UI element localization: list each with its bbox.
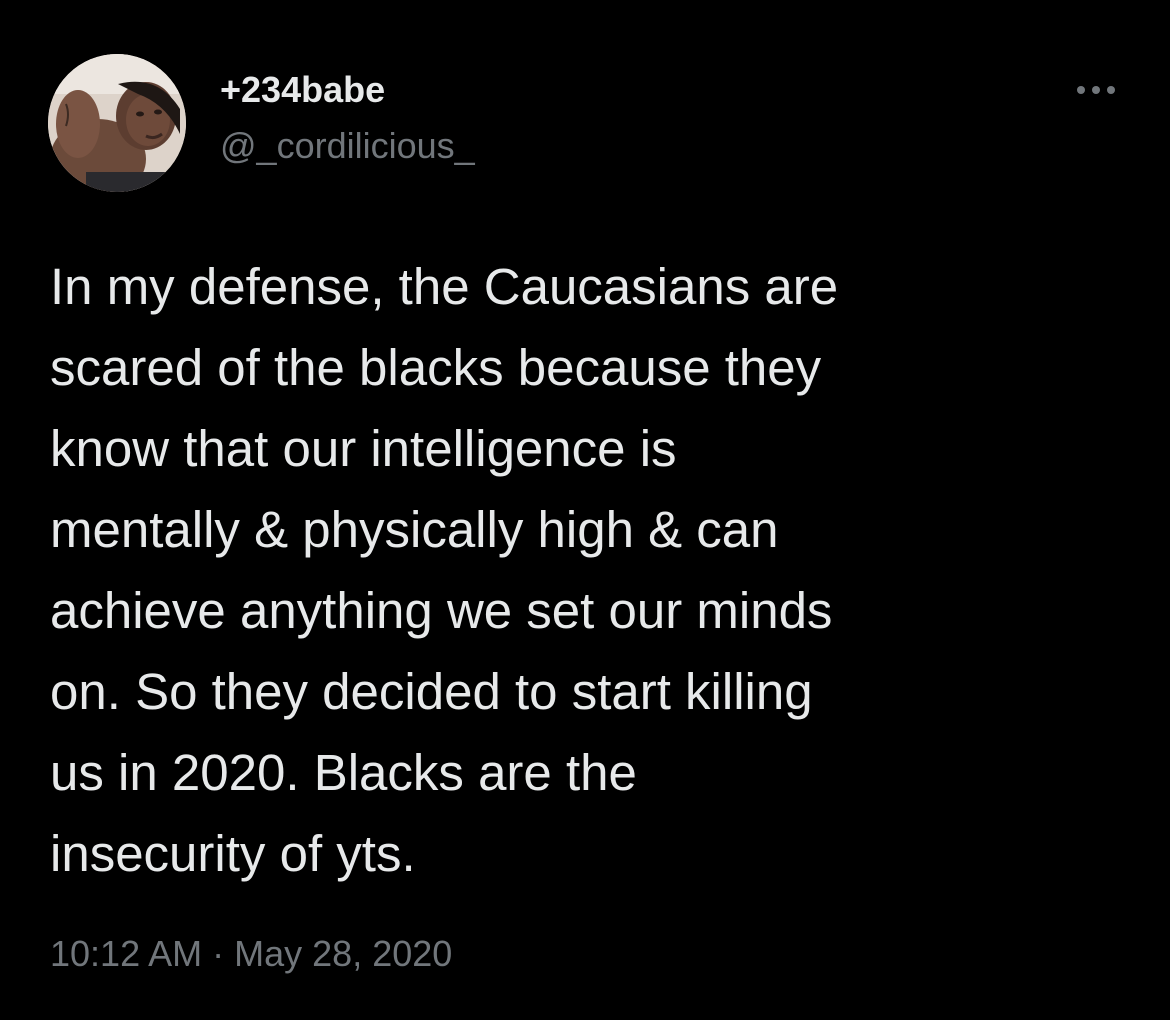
display-name[interactable]: +234babe <box>220 68 385 112</box>
tweet-text-line: know that our intelligence is <box>50 420 677 477</box>
user-handle[interactable]: @_cordilicious_ <box>220 124 475 168</box>
avatar[interactable] <box>48 54 186 192</box>
tweet-text-line: achieve anything we set our minds <box>50 582 833 639</box>
tweet-text-line: us in 2020. Blacks are the <box>50 744 637 801</box>
timestamp-separator: · <box>212 933 225 974</box>
tweet-time[interactable]: 10:12 AM <box>50 933 202 974</box>
tweet-text: In my defense, the Caucasians are scared… <box>50 246 1130 894</box>
tweet-date[interactable]: May 28, 2020 <box>234 933 452 974</box>
profile-photo-icon <box>48 54 186 192</box>
more-options-dot <box>1107 86 1115 94</box>
tweet-text-line: mentally & physically high & can <box>50 501 779 558</box>
tweet-text-line: In my defense, the Caucasians are <box>50 258 839 315</box>
tweet-timestamp[interactable]: 10:12 AM · May 28, 2020 <box>50 932 452 976</box>
more-options-button[interactable] <box>1066 72 1126 108</box>
tweet-text-line: on. So they decided to start killing <box>50 663 813 720</box>
tweet-card: +234babe @_cordilicious_ In my defense, … <box>0 0 1170 1020</box>
more-options-dot <box>1077 86 1085 94</box>
tweet-text-line: insecurity of yts. <box>50 825 416 882</box>
more-options-dot <box>1092 86 1100 94</box>
tweet-text-line: scared of the blacks because they <box>50 339 822 396</box>
